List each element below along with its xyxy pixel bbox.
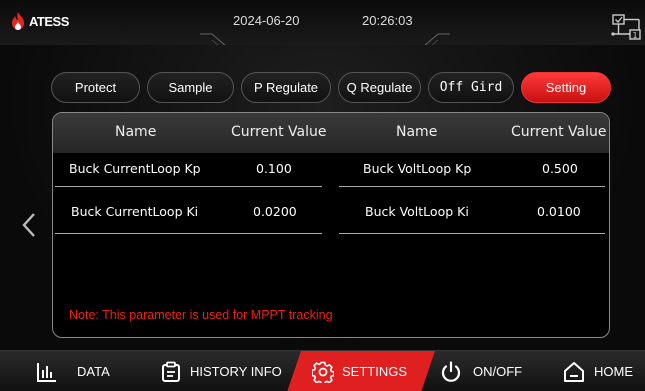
- param-name-buck-currentloop-ki: Buck CurrentLoop Ki: [71, 204, 199, 219]
- tab-setting[interactable]: Setting: [521, 72, 611, 103]
- previous-page-arrow-icon[interactable]: [22, 212, 36, 238]
- bottom-nav-bar: DATA HISTORY INFO SETTINGS ON/OFF HOME: [0, 350, 645, 391]
- nav-on-off-button[interactable]: ON/OFF: [440, 351, 522, 391]
- svg-text:1: 1: [632, 31, 637, 40]
- nav-data-label: DATA: [77, 364, 110, 379]
- time-display: 20:26:03: [362, 13, 413, 28]
- nav-settings-button[interactable]: SETTINGS: [312, 351, 407, 391]
- nav-settings-label: SETTINGS: [342, 364, 408, 379]
- row-divider: [339, 186, 605, 187]
- nav-history-info-label: HISTORY INFO: [190, 364, 282, 379]
- param-name-buck-voltloop-kp: Buck VoltLoop Kp: [363, 161, 472, 176]
- param-value-buck-voltloop-kp[interactable]: 0.500: [542, 161, 578, 176]
- tab-protect[interactable]: Protect: [51, 72, 140, 103]
- column-header-current-value-2: Current Value: [511, 124, 607, 140]
- param-value-buck-voltloop-ki[interactable]: 0.0100: [537, 204, 581, 219]
- gear-icon: [312, 361, 334, 383]
- param-value-buck-currentloop-ki[interactable]: 0.0200: [253, 204, 297, 219]
- note-text: Note: This parameter is used for MPPT tr…: [69, 308, 333, 322]
- parameter-table-panel: Name Current Value Name Current Value Bu…: [52, 112, 610, 338]
- nav-on-off-label: ON/OFF: [473, 364, 523, 379]
- param-name-buck-voltloop-ki: Buck VoltLoop Ki: [365, 204, 469, 219]
- row-divider: [55, 233, 322, 234]
- tab-sample[interactable]: Sample: [147, 72, 234, 103]
- date-display: 2024-06-20: [233, 13, 300, 28]
- tab-bar: Protect Sample P Regulate Q Regulate Off…: [51, 72, 611, 103]
- nav-home-label: HOME: [594, 364, 633, 379]
- bar-chart-icon: [37, 362, 56, 382]
- power-icon: [441, 360, 461, 382]
- column-header-current-value: Current Value: [231, 124, 327, 140]
- brand-logo: ATESS: [10, 11, 69, 31]
- tab-p-regulate[interactable]: P Regulate: [241, 72, 331, 103]
- tab-off-gird[interactable]: Off Gird: [428, 72, 514, 103]
- home-icon: [564, 361, 584, 382]
- flame-logo-icon: [12, 12, 24, 30]
- nav-history-info-button[interactable]: HISTORY INFO: [160, 351, 282, 391]
- param-name-buck-currentloop-kp: Buck CurrentLoop Kp: [69, 161, 201, 176]
- clipboard-icon: [162, 361, 180, 382]
- param-value-buck-currentloop-kp[interactable]: 0.100: [256, 161, 292, 176]
- brand-name: ATESS: [29, 13, 69, 29]
- row-divider: [339, 233, 605, 234]
- table-header: Name Current Value Name Current Value: [53, 113, 609, 153]
- nav-data-button[interactable]: DATA: [36, 351, 110, 391]
- top-bar: ATESS 2024-06-20 20:26:03 1: [0, 0, 645, 53]
- network-topology-icon[interactable]: 1: [611, 13, 643, 43]
- tab-q-regulate[interactable]: Q Regulate: [338, 72, 421, 103]
- nav-home-button[interactable]: HOME: [563, 351, 633, 391]
- column-header-name: Name: [115, 124, 157, 140]
- column-header-name-2: Name: [396, 124, 438, 140]
- row-divider: [55, 186, 322, 187]
